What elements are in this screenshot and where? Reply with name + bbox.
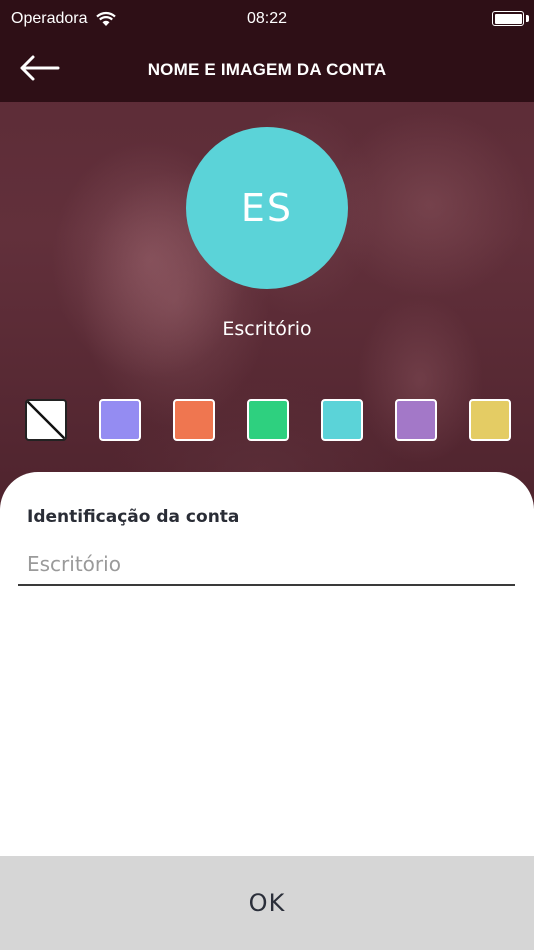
- account-id-label: Identificação da conta: [27, 507, 240, 527]
- battery-tip: [526, 15, 529, 22]
- avatar-initials: ES: [240, 186, 294, 230]
- color-swatch-orange[interactable]: [173, 399, 215, 441]
- color-picker: [25, 399, 511, 441]
- color-swatch-lavender[interactable]: [99, 399, 141, 441]
- status-bar: Operadora 08:22: [0, 0, 534, 40]
- color-swatch-purple[interactable]: [395, 399, 437, 441]
- ok-label: OK: [248, 889, 286, 917]
- navigation-bar: NOME E IMAGEM DA CONTA: [0, 40, 534, 102]
- battery-icon: [492, 11, 524, 26]
- account-id-input[interactable]: [18, 544, 515, 586]
- page-title: NOME E IMAGEM DA CONTA: [147, 60, 387, 79]
- form-sheet: Identificação da conta: [0, 472, 534, 856]
- color-swatch-none[interactable]: [25, 399, 67, 441]
- battery-level: [494, 13, 522, 24]
- photo-silhouette: [330, 110, 530, 300]
- color-swatch-green[interactable]: [247, 399, 289, 441]
- color-swatch-yellow[interactable]: [469, 399, 511, 441]
- account-name: Escritório: [222, 318, 312, 340]
- color-swatch-cyan[interactable]: [321, 399, 363, 441]
- no-color-icon: [27, 401, 65, 439]
- clock: 08:22: [246, 10, 288, 27]
- ok-button[interactable]: OK: [0, 856, 534, 950]
- account-avatar[interactable]: ES: [186, 127, 348, 289]
